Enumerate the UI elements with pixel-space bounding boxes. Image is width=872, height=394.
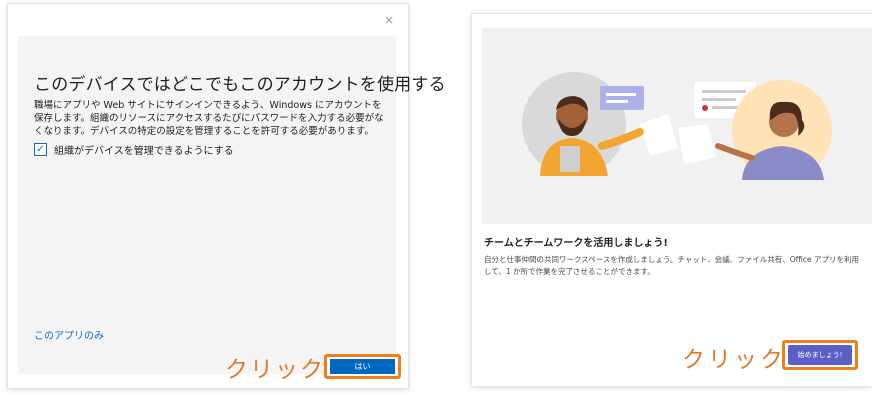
teamwork-illustration-svg: [522, 72, 832, 180]
teams-heading: チームとチームワークを活用しましょう!: [484, 238, 668, 249]
dialog-content-panel: このデバイスではどこでもこのアカウントを使用する 職場にアプリや Web サイト…: [18, 36, 446, 383]
chat-line-2: [606, 100, 628, 103]
manage-device-checkbox[interactable]: ✓: [34, 143, 47, 156]
account-dialog: × このデバイスではどこでもこのアカウントを使用する 職場にアプリや Web サ…: [8, 4, 446, 388]
chat-right-line-1: [702, 90, 746, 93]
dialog-description: 職場にアプリや Web サイトにサインインできるよう、Windows にアカウン…: [34, 100, 384, 137]
teamwork-illustration: [482, 28, 872, 224]
yes-button[interactable]: はい: [330, 359, 395, 374]
yes-button-highlight: はい: [324, 354, 401, 379]
get-started-button[interactable]: 始めましょう!: [788, 345, 852, 365]
this-app-only-link[interactable]: このアプリのみ: [34, 327, 104, 342]
chat-right-dot: [702, 105, 708, 111]
paper-sheet-1: [640, 114, 678, 156]
chat-line-1: [606, 93, 636, 96]
dialog-title: このデバイスではどこでもこのアカウントを使用する: [34, 75, 446, 95]
close-icon[interactable]: ×: [384, 14, 394, 26]
chat-bubble-left: [600, 86, 644, 110]
chat-right-line-2: [702, 98, 736, 101]
left-person-tablet: [560, 146, 580, 172]
manage-device-checkbox-row[interactable]: ✓ 組織がデバイスを管理できるようにする: [34, 142, 234, 157]
teams-description: 自分と仕事仲間の共同ワークスペースを作成しましょう。チャット、会議、ファイル共有…: [484, 255, 859, 276]
click-annotation-right: クリック: [682, 347, 786, 373]
start-button-highlight: 始めましょう!: [782, 340, 858, 370]
chat-right-line-3: [712, 106, 738, 109]
click-annotation-left: クリック: [225, 357, 325, 383]
paper-sheet-2: [678, 124, 716, 164]
manage-device-checkbox-label: 組織がデバイスを管理できるようにする: [54, 146, 234, 157]
teams-welcome-card: チームとチームワークを活用しましょう! 自分と仕事仲間の共同ワークスペースを作成…: [472, 14, 872, 386]
